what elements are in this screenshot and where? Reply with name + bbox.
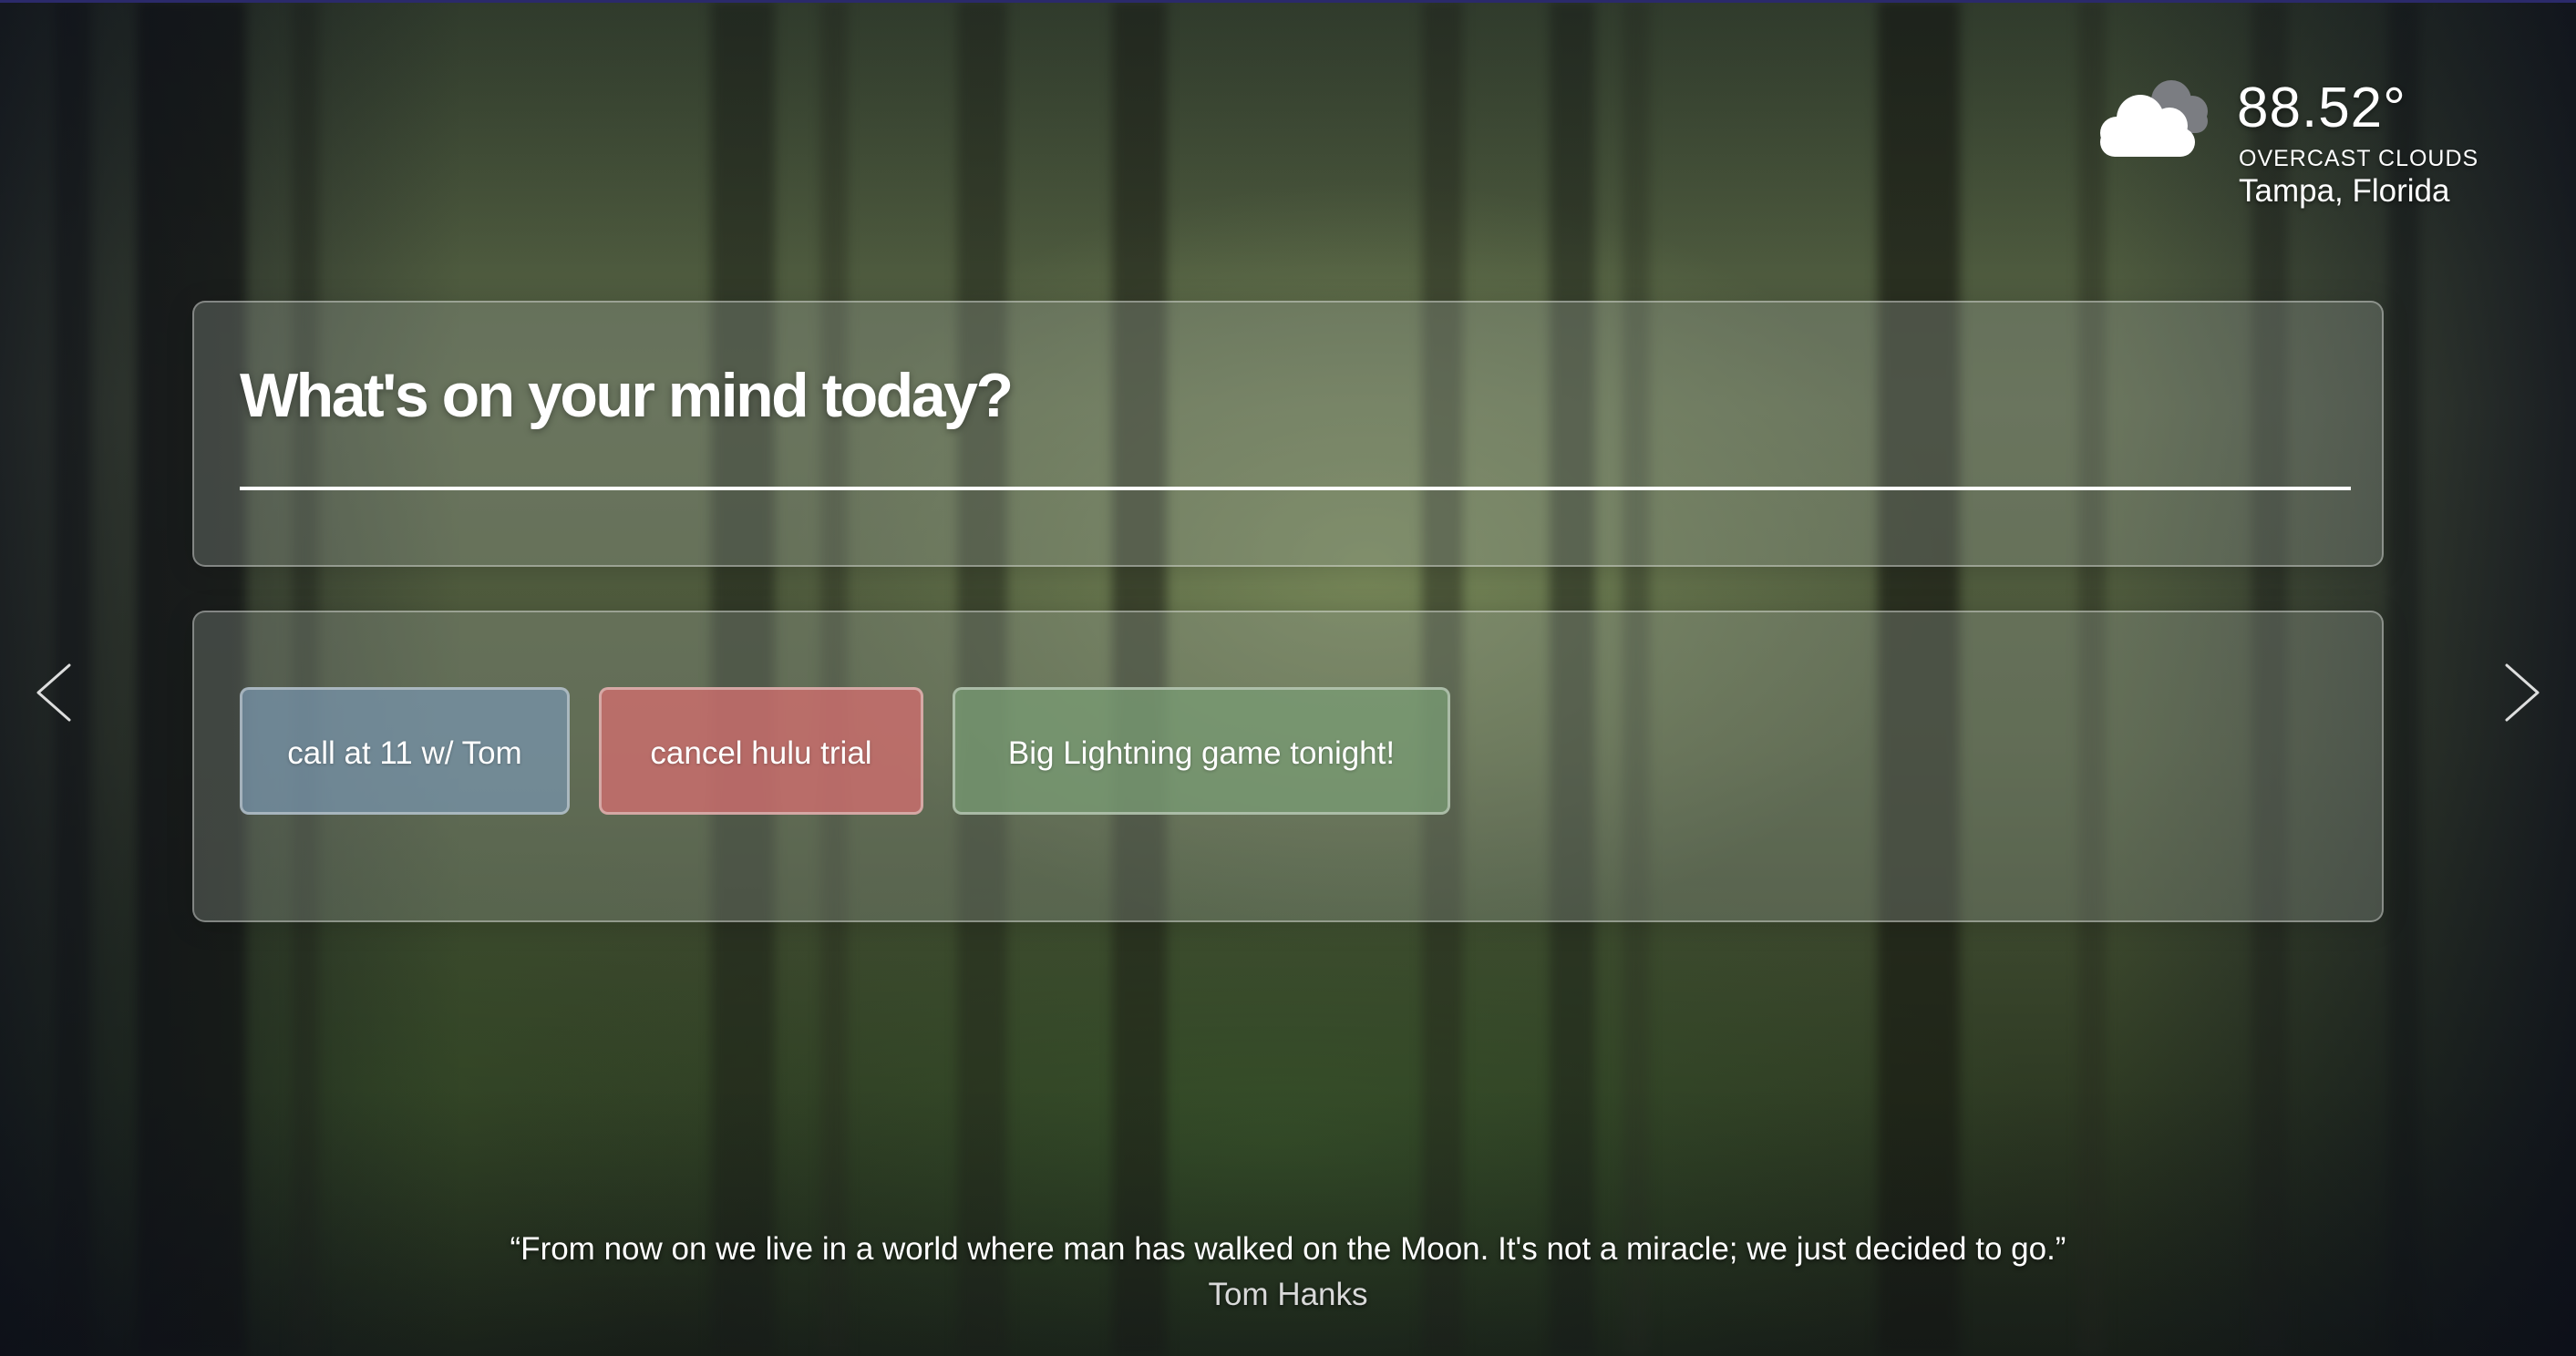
- mind-panel: What's on your mind today?: [192, 301, 2384, 567]
- note-card[interactable]: call at 11 w/ Tom: [240, 687, 570, 815]
- top-border: [0, 0, 2576, 3]
- chevron-left-icon[interactable]: [27, 656, 82, 729]
- weather-widget: 88.52° OVERCAST CLOUDS Tampa, Florida: [2087, 73, 2525, 219]
- chevron-right-icon[interactable]: [2494, 656, 2549, 729]
- note-card[interactable]: Big Lightning game tonight!: [953, 687, 1450, 815]
- mind-prompt: What's on your mind today?: [240, 361, 1014, 430]
- temperature: 88.52°: [2237, 77, 2406, 139]
- quote-text: “From now on we live in a world where ma…: [510, 1231, 2066, 1267]
- quote-author: Tom Hanks: [1208, 1277, 1368, 1312]
- cloud-icon: [2087, 73, 2215, 173]
- note-card[interactable]: cancel hulu trial: [599, 687, 923, 815]
- weather-condition: OVERCAST CLOUDS: [2239, 146, 2479, 171]
- weather-location: Tampa, Florida: [2239, 173, 2450, 209]
- mind-input[interactable]: [240, 485, 2351, 490]
- notes-panel: call at 11 w/ Tom cancel hulu trial Big …: [192, 611, 2384, 922]
